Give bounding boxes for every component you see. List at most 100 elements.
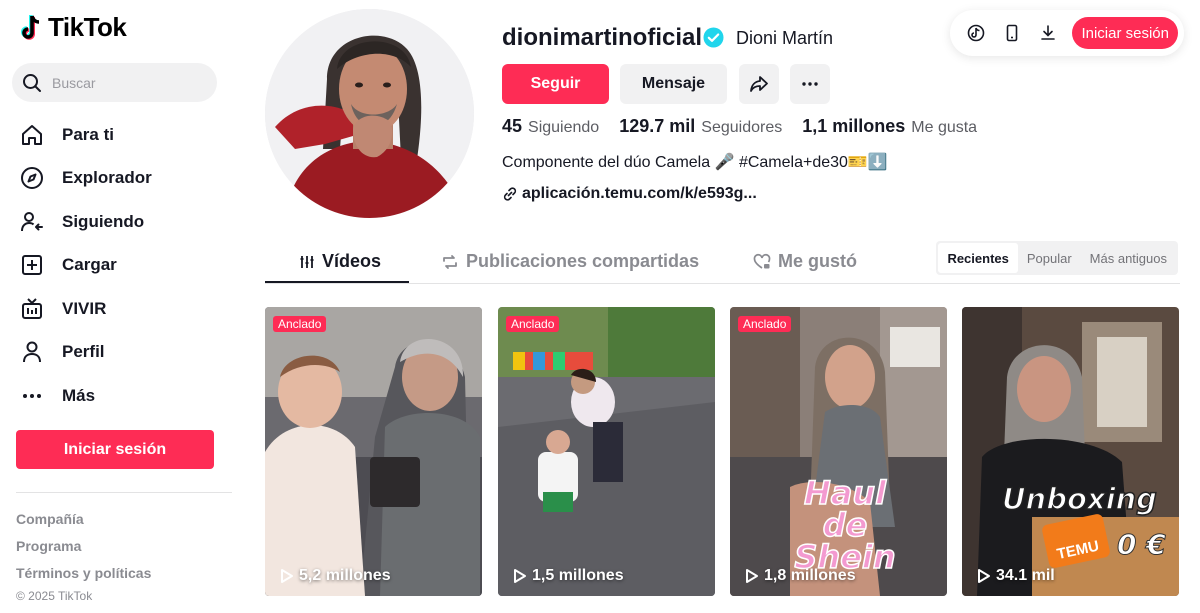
video-thumbnail xyxy=(498,307,715,596)
video-card[interactable]: Anclado 1,5 millones xyxy=(498,307,715,596)
live-icon xyxy=(18,295,46,323)
avatar[interactable] xyxy=(265,9,474,218)
video-overlay-text: Unboxing xyxy=(1001,482,1157,516)
stat-label: Siguiendo xyxy=(528,119,600,136)
play-icon xyxy=(514,569,526,583)
view-count: 5,2 millones xyxy=(299,567,391,584)
videos-grid-icon xyxy=(300,255,314,268)
stat-label: Me gusta xyxy=(911,119,978,136)
sidebar-divider xyxy=(16,492,232,493)
nav-item-para-ti[interactable]: Para ti xyxy=(16,113,231,157)
nav-item-explorador[interactable]: Explorador xyxy=(16,157,231,201)
video-views: 34.1 mil xyxy=(977,567,1055,585)
sidebar: TikTok Para ti Explorador Siguiendo xyxy=(0,0,240,613)
stat-followers[interactable]: 129.7 mil Seguidores xyxy=(619,116,782,137)
heart-lock-icon xyxy=(753,253,771,269)
stat-likes: 1,1 millones Me gusta xyxy=(802,116,977,137)
video-grid: Anclado 5,2 millones Anclado 1,5 millone… xyxy=(265,307,1180,596)
stat-value: 1,1 millones xyxy=(802,116,906,136)
view-count: 1,8 millones xyxy=(764,567,856,584)
profile-stats: 45 Siguiendo 129.7 mil Seguidores 1,1 mi… xyxy=(502,116,997,137)
tab-videos[interactable]: Vídeos xyxy=(299,240,381,283)
tab-liked[interactable]: Me gustó xyxy=(753,240,857,283)
pinned-badge: Anclado xyxy=(738,316,792,332)
verified-badge-icon xyxy=(703,27,724,48)
following-icon xyxy=(18,208,46,236)
logo-text: TikTok xyxy=(48,12,127,42)
download-icon[interactable] xyxy=(1032,17,1064,49)
search-icon xyxy=(23,73,41,92)
follow-button[interactable]: Seguir xyxy=(502,64,609,104)
tab-label: Vídeos xyxy=(322,251,382,271)
top-actions: Iniciar sesión xyxy=(950,10,1184,56)
upload-icon xyxy=(18,251,46,279)
video-price-text: 0 € xyxy=(1117,528,1167,561)
profile-bio: Componente del dúo Camela 🎤 #Camela+de30… xyxy=(502,154,888,171)
home-icon xyxy=(18,121,46,149)
tiktok-logo-icon xyxy=(21,14,40,40)
nav-label: Explorador xyxy=(62,168,152,188)
footer-link-company[interactable]: Compañía xyxy=(16,511,151,538)
more-icon xyxy=(18,382,46,410)
pinned-badge: Anclado xyxy=(273,316,327,332)
stat-following[interactable]: 45 Siguiendo xyxy=(502,116,599,137)
video-card[interactable]: Anclado Haul de Shein 1,8 millones xyxy=(730,307,947,596)
temu-badge-text: TEMU xyxy=(1055,537,1101,564)
sidebar-login-button[interactable]: Iniciar sesión xyxy=(16,430,214,469)
footer-link-terms[interactable]: Términos y políticas xyxy=(16,565,151,592)
video-card[interactable]: Anclado 5,2 millones xyxy=(265,307,482,596)
mobile-app-icon[interactable] xyxy=(996,17,1028,49)
play-icon xyxy=(281,569,293,583)
stat-label: Seguidores xyxy=(701,119,783,136)
tab-label: Publicaciones compartidas xyxy=(466,251,700,271)
nav-label: Perfil xyxy=(62,342,105,362)
tab-shared-posts[interactable]: Publicaciones compartidas xyxy=(441,240,699,283)
profile-username: dionimartinoficial xyxy=(502,24,703,51)
view-count: 34.1 mil xyxy=(996,567,1055,584)
video-card[interactable]: Unboxing TEMU 0 € 34.1 mil xyxy=(962,307,1179,596)
avatar-image xyxy=(265,9,474,218)
share-button[interactable] xyxy=(739,64,779,104)
profile-icon xyxy=(18,338,46,366)
profile-link[interactable]: aplicación.temu.com/k/e593g... xyxy=(502,185,757,203)
top-login-button[interactable]: Iniciar sesión xyxy=(1072,17,1178,49)
nav-item-mas[interactable]: Más xyxy=(16,374,231,418)
video-thumbnail xyxy=(265,307,482,596)
nav-label: Más xyxy=(62,385,96,405)
sidebar-nav: Para ti Explorador Siguiendo Cargar VIVI… xyxy=(16,113,231,418)
view-count: 1,5 millones xyxy=(532,567,624,584)
more-options-button[interactable] xyxy=(790,64,830,104)
tiktok-logo[interactable]: TikTok xyxy=(20,12,127,43)
sort-oldest[interactable]: Más antiguos xyxy=(1081,243,1176,273)
footer-links: Compañía Programa Términos y políticas xyxy=(16,511,151,592)
nav-label: Para ti xyxy=(62,124,114,144)
coin-icon[interactable] xyxy=(960,17,992,49)
profile-tabs: Vídeos Publicaciones compartidas Me gust… xyxy=(265,240,1180,284)
video-overlay-text: Haul de Shein xyxy=(794,474,897,576)
message-button[interactable]: Mensaje xyxy=(620,64,727,104)
link-icon xyxy=(503,187,517,201)
video-views: 1,8 millones xyxy=(745,567,856,585)
nav-label: VIVIR xyxy=(62,298,107,318)
footer-link-program[interactable]: Programa xyxy=(16,538,151,565)
stat-value: 129.7 mil xyxy=(619,116,696,136)
pinned-badge: Anclado xyxy=(506,316,560,332)
sort-popular[interactable]: Popular xyxy=(1018,243,1081,273)
profile-link-text: aplicación.temu.com/k/e593g... xyxy=(522,185,757,202)
video-views: 1,5 millones xyxy=(513,567,624,585)
nav-item-cargar[interactable]: Cargar xyxy=(16,244,231,288)
nav-item-vivir[interactable]: VIVIR xyxy=(16,287,231,331)
nav-item-siguiendo[interactable]: Siguiendo xyxy=(16,200,231,244)
play-icon xyxy=(746,569,758,583)
search-input[interactable] xyxy=(52,74,202,91)
nav-label: Siguiendo xyxy=(62,211,145,231)
sort-recent[interactable]: Recientes xyxy=(938,243,1018,273)
nav-item-perfil[interactable]: Perfil xyxy=(16,331,231,375)
nav-label: Cargar xyxy=(62,255,117,275)
play-icon xyxy=(978,569,990,583)
stat-value: 45 xyxy=(502,116,523,136)
sort-switcher: Recientes Popular Más antiguos xyxy=(936,241,1178,275)
search-bar[interactable] xyxy=(12,63,217,102)
video-views: 5,2 millones xyxy=(280,567,391,585)
compass-icon xyxy=(18,164,46,192)
